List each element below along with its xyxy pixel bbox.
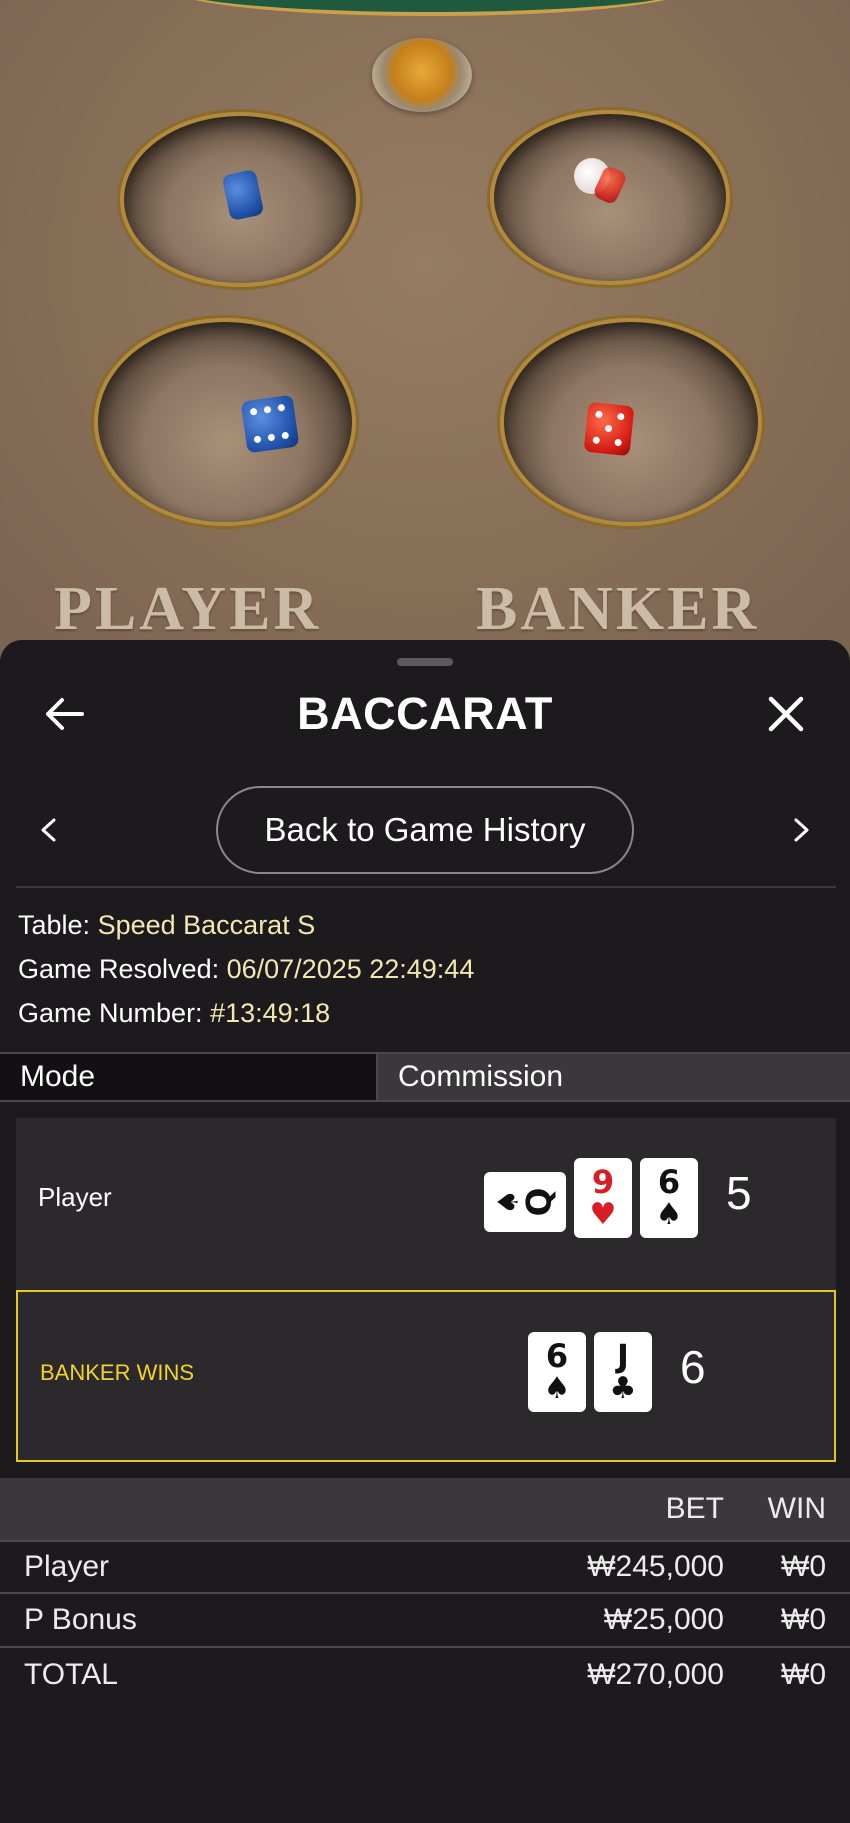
back-to-game-history-button[interactable]: Back to Game History <box>216 786 634 874</box>
previous-game-button[interactable] <box>30 812 66 848</box>
total-row: TOTAL ₩270,000 ₩0 <box>0 1648 850 1702</box>
table-felt-edge <box>170 0 690 16</box>
bet-name: TOTAL <box>24 1658 118 1691</box>
card-rank: Q <box>519 1187 560 1217</box>
live-table-video: PLAYER BANKER <box>0 0 850 660</box>
bet-name: P Bonus <box>24 1603 137 1636</box>
win-column-header: WIN <box>767 1492 826 1525</box>
dice-cup <box>490 110 730 285</box>
bet-amount: ₩270,000 <box>587 1658 724 1691</box>
card-suit: ♠ <box>655 1197 683 1232</box>
game-number-label: Game Number: <box>18 998 203 1028</box>
playing-card: 9 ♥ <box>574 1158 632 1238</box>
bets-table: BET WIN Player ₩245,000 ₩0 P Bonus ₩25,0… <box>0 1478 850 1702</box>
card-rank: 6 <box>545 1337 569 1375</box>
next-game-button[interactable] <box>784 812 820 848</box>
table-row: Player ₩245,000 ₩0 <box>0 1540 850 1594</box>
banker-cards: 6 ♠ J ♣ <box>528 1332 652 1412</box>
mode-row: Mode Commission <box>0 1052 850 1102</box>
playing-card: 6 ♠ <box>528 1332 586 1412</box>
drag-handle[interactable] <box>397 658 453 666</box>
page-title: BACCARAT <box>297 688 553 739</box>
blue-die <box>221 168 265 222</box>
playing-card: 6 ♠ <box>640 1158 698 1238</box>
dice-cup <box>94 318 356 526</box>
table-banker-label: BANKER <box>476 575 760 643</box>
win-amount: ₩0 <box>781 1658 826 1691</box>
card-suit: ♠ <box>543 1371 571 1406</box>
blue-die <box>240 394 300 454</box>
win-amount: ₩0 <box>781 1603 826 1636</box>
red-die <box>583 401 635 457</box>
card-suit: ♥ <box>589 1197 617 1232</box>
bet-amount: ₩25,000 <box>603 1603 724 1636</box>
card-rank: J <box>617 1337 629 1375</box>
table-gem-light <box>372 38 472 112</box>
table-player-label: PLAYER <box>54 575 322 643</box>
win-amount: ₩0 <box>781 1550 826 1583</box>
bet-name: Player <box>24 1550 110 1583</box>
table-info-label: Table: <box>18 910 91 940</box>
table-info-value: Speed Baccarat S <box>97 910 316 940</box>
bet-amount: ₩245,000 <box>587 1550 724 1583</box>
bets-header-row: BET WIN <box>0 1478 850 1540</box>
close-button[interactable] <box>762 690 810 738</box>
divider <box>16 886 836 888</box>
dice-cup <box>120 112 360 287</box>
mode-value: Commission <box>378 1054 850 1100</box>
player-cards: ♠ Q 9 ♥ 6 ♠ <box>484 1158 698 1238</box>
game-resolved-value: 06/07/2025 22:49:44 <box>226 954 475 984</box>
card-rank: 9 <box>591 1163 615 1201</box>
game-number-value: #13:49:18 <box>210 998 331 1028</box>
game-resolved-label: Game Resolved: <box>18 954 220 984</box>
game-detail-sheet: BACCARAT Back to Game History Table: Spe… <box>0 640 850 1823</box>
card-suit: ♠ <box>491 1189 525 1215</box>
playing-card: J ♣ <box>594 1332 652 1412</box>
game-resolved-info: Game Resolved: 06/07/2025 22:49:44 <box>18 954 474 985</box>
table-row: P Bonus ₩25,000 ₩0 <box>0 1594 850 1648</box>
banker-hand-total: 6 <box>680 1341 706 1393</box>
player-hand-total: 5 <box>726 1167 752 1219</box>
dice-cup <box>500 318 762 526</box>
mode-label: Mode <box>0 1054 378 1100</box>
game-number-info: Game Number: #13:49:18 <box>18 998 330 1029</box>
card-suit: ♣ <box>609 1371 637 1406</box>
banker-hand: BANKER WINS 6 ♠ J ♣ 6 <box>16 1290 836 1462</box>
player-hand: Player ♠ Q 9 ♥ 6 ♠ 5 <box>16 1118 836 1290</box>
chevron-left-icon <box>41 818 56 842</box>
playing-card: ♠ Q <box>484 1172 566 1232</box>
chevron-right-icon <box>794 818 809 842</box>
table-info: Table: Speed Baccarat S <box>18 910 315 941</box>
banker-wins-label: BANKER WINS <box>40 1360 195 1385</box>
card-rank: 6 <box>657 1163 681 1201</box>
bet-column-header: BET <box>665 1492 724 1525</box>
close-icon <box>768 696 804 732</box>
history-navigation: Back to Game History <box>0 786 850 874</box>
player-hand-label: Player <box>38 1182 112 1212</box>
